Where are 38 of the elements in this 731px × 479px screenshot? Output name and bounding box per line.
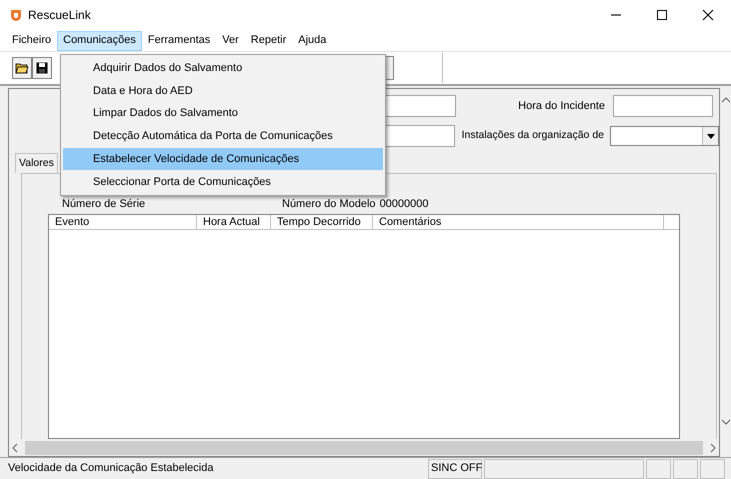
menu-item[interactable]: Ferramentas — [142, 30, 216, 50]
menu-option[interactable]: Estabelecer Velocidade de Comunicações — [63, 148, 383, 170]
column-header[interactable]: Tempo Decorrido — [271, 215, 373, 229]
column-header[interactable]: Evento — [49, 215, 197, 229]
menu-item[interactable]: Ver — [216, 30, 245, 50]
status-panel — [700, 458, 725, 478]
scroll-down-icon[interactable] — [720, 418, 730, 426]
status-panel — [673, 458, 698, 478]
menu-item[interactable]: Repetir — [244, 30, 292, 50]
text-field[interactable] — [613, 95, 713, 117]
scrollbar-thumb[interactable] — [25, 440, 703, 454]
save-button[interactable] — [32, 57, 52, 79]
column-header[interactable]: Comentários — [373, 215, 664, 229]
menu-item[interactable]: Comunicações — [57, 30, 142, 50]
model-number-value: 00000000 — [380, 196, 429, 212]
menu-option[interactable]: Data e Hora do AED — [63, 80, 383, 102]
menu-option[interactable]: Detecção Automática da Porta de Comunicações — [63, 125, 383, 148]
menu-option[interactable]: Limpar Dados do Salvamento — [63, 102, 383, 126]
combo-box[interactable] — [610, 126, 719, 146]
model-number-label: Número do Modelo — [282, 196, 376, 212]
column-header[interactable]: Hora Actual — [197, 215, 271, 229]
app-logo-icon — [10, 8, 22, 22]
status-panel — [646, 458, 671, 478]
window-title: RescueLink — [28, 7, 91, 24]
menu-item[interactable]: Ajuda — [292, 30, 332, 50]
folder-icon — [15, 62, 29, 74]
tab[interactable]: Valores — [15, 153, 58, 173]
scroll-up-icon[interactable] — [720, 96, 730, 104]
menu-option[interactable]: Seleccionar Porta de Comunicações — [63, 170, 383, 194]
field-label: Instalações da organização de — [460, 128, 604, 144]
status-message: Velocidade da Comunicação Estabelecida — [7, 461, 214, 476]
horizontal-scrollbar[interactable] — [9, 439, 719, 456]
menu-item[interactable]: Ficheiro — [6, 30, 58, 50]
open-button[interactable] — [12, 57, 32, 79]
field-label: Hora do Incidente — [517, 98, 605, 114]
sync-status: SINC OFF — [428, 458, 482, 478]
menu-option[interactable]: Adquirir Dados do Salvamento — [63, 57, 383, 80]
serial-number-label: Número de Série — [62, 196, 146, 212]
